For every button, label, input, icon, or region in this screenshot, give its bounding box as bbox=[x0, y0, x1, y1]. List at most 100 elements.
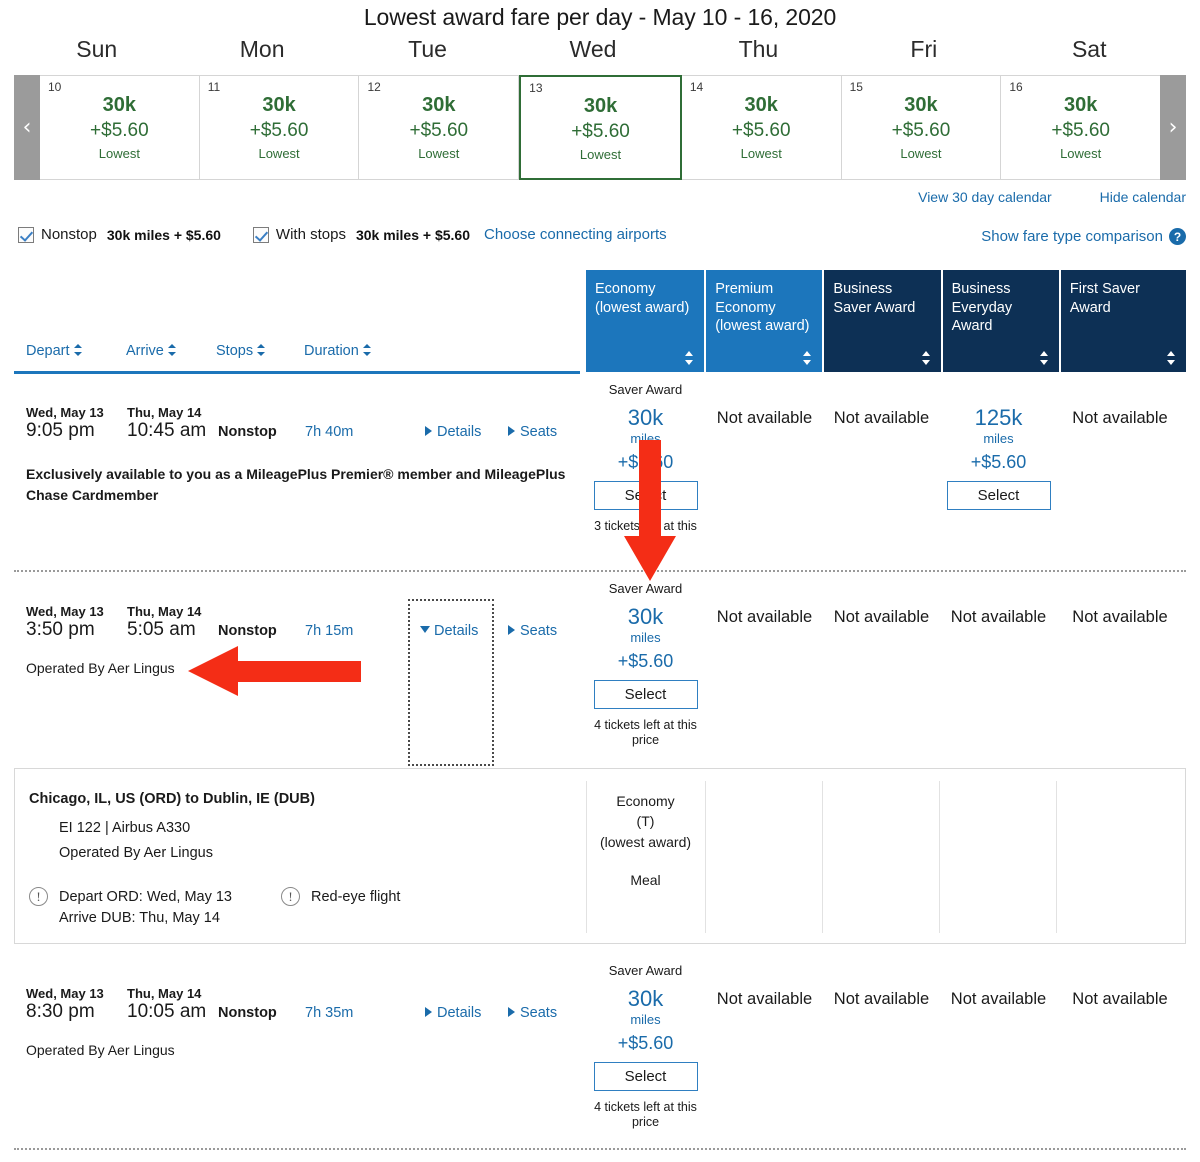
calendar-day-12[interactable]: 12 30k +$5.60 Lowest bbox=[359, 76, 520, 179]
detail-route: Chicago, IL, US (ORD) to Dublin, IE (DUB… bbox=[29, 791, 315, 807]
calendar-next-icon[interactable]: › bbox=[1160, 75, 1186, 180]
help-icon[interactable]: ? bbox=[1169, 228, 1186, 245]
calendar-day-fee: +$5.60 bbox=[409, 120, 469, 141]
fare-header-label: Business Everyday Award bbox=[951, 281, 1013, 335]
sort-arrows-icon[interactable] bbox=[803, 351, 812, 365]
duration: 7h 15m bbox=[305, 623, 354, 639]
calendar-day-16[interactable]: 16 30k +$5.60 Lowest bbox=[1001, 76, 1161, 179]
calendar-day-fee: +$5.60 bbox=[90, 120, 149, 141]
triangle-down-icon bbox=[420, 626, 430, 633]
sort-depart[interactable]: Depart bbox=[26, 343, 82, 359]
fare-cell-first-saver: Not available bbox=[1072, 409, 1168, 427]
details-link[interactable]: Details bbox=[425, 424, 481, 440]
calendar-strip: ‹ 10 30k +$5.60 Lowest 11 30k +$5.60 Low… bbox=[14, 75, 1186, 180]
tickets-left: 4 tickets left at this price bbox=[594, 717, 697, 748]
details-link-expanded[interactable]: Details bbox=[420, 623, 478, 639]
seats-link[interactable]: Seats bbox=[508, 623, 557, 639]
fare-header-economy[interactable]: Economy (lowest award) bbox=[586, 270, 705, 372]
sort-duration[interactable]: Duration bbox=[304, 343, 371, 359]
annotation-down-arrow bbox=[620, 440, 680, 582]
sort-arrows-icon bbox=[257, 344, 266, 356]
calendar-day-tag: Lowest bbox=[579, 146, 622, 162]
sort-arrows-icon[interactable] bbox=[685, 351, 694, 365]
sort-arrows-icon bbox=[167, 344, 176, 356]
triangle-right-icon bbox=[425, 426, 432, 436]
fare-miles-unit: miles bbox=[983, 430, 1014, 446]
calendar-day-tag: Lowest bbox=[418, 145, 460, 161]
detail-redeye-note: Red-eye flight bbox=[311, 889, 401, 905]
depart-date: Wed, May 13 bbox=[26, 986, 104, 1001]
calendar-day-15[interactable]: 15 30k +$5.60 Lowest bbox=[841, 76, 1002, 179]
calendar-day-tag: Lowest bbox=[900, 145, 942, 161]
fare-cell-first-saver: Not available bbox=[1072, 990, 1168, 1008]
stops: Nonstop bbox=[218, 1005, 277, 1021]
select-button[interactable]: Select bbox=[593, 679, 698, 709]
calendar-links: View 30 day calendar Hide calendar bbox=[874, 189, 1186, 205]
fare-header-first-saver[interactable]: First Saver Award bbox=[1060, 270, 1186, 372]
sort-arrive[interactable]: Arrive bbox=[126, 343, 176, 359]
triangle-right-icon bbox=[508, 625, 515, 635]
sort-header-row: Depart Arrive Stops Duration bbox=[14, 343, 580, 366]
view-30-day-calendar-link[interactable]: View 30 day calendar bbox=[918, 189, 1052, 205]
fare-header-label: First Saver Award bbox=[1069, 281, 1140, 316]
calendar-day-tag: Lowest bbox=[258, 145, 300, 161]
detail-column-divider bbox=[1056, 781, 1057, 933]
fare-cell-first-saver: Not available bbox=[1072, 608, 1168, 626]
fare-miles-unit: miles bbox=[630, 629, 661, 645]
with-stops-label: With stops bbox=[275, 226, 346, 243]
fare-cell-premium-economy: Not available bbox=[716, 608, 813, 626]
seats-link[interactable]: Seats bbox=[508, 1005, 557, 1021]
seats-link[interactable]: Seats bbox=[508, 424, 557, 440]
fare-header-business-everyday[interactable]: Business Everyday Award bbox=[942, 270, 1059, 372]
calendar-days: 10 30k +$5.60 Lowest 11 30k +$5.60 Lowes… bbox=[40, 75, 1161, 180]
detail-fare-class: (T) bbox=[636, 813, 655, 830]
fare-header-label: Business Saver Award bbox=[833, 281, 916, 316]
fare-fee: +$5.60 bbox=[617, 650, 674, 671]
calendar-day-13-selected[interactable]: 13 30k +$5.60 Lowest bbox=[519, 75, 682, 180]
dow-fri: Fri bbox=[910, 36, 938, 62]
fare-header-premium-economy[interactable]: Premium Economy (lowest award) bbox=[706, 270, 823, 372]
choose-connecting-airports-link[interactable]: Choose connecting airports bbox=[484, 226, 667, 243]
dow-sat: Sat bbox=[1071, 36, 1107, 62]
calendar-day-14[interactable]: 14 30k +$5.60 Lowest bbox=[681, 76, 842, 179]
hide-calendar-link[interactable]: Hide calendar bbox=[1100, 189, 1186, 205]
fare-miles: 30k bbox=[627, 986, 664, 1011]
calendar-day-fee: +$5.60 bbox=[731, 120, 791, 141]
fare-miles-unit: miles bbox=[630, 1011, 661, 1027]
show-fare-type-comparison-link[interactable]: Show fare type comparison bbox=[981, 228, 1163, 245]
fare-miles: 125k bbox=[974, 405, 1023, 430]
down-arrow-icon bbox=[624, 440, 676, 581]
sort-arrows-icon[interactable] bbox=[1167, 351, 1176, 365]
row-separator bbox=[14, 1148, 1186, 1150]
detail-column-divider bbox=[822, 781, 823, 933]
arrive-date: Thu, May 14 bbox=[127, 986, 202, 1001]
fare-header-business-saver[interactable]: Business Saver Award bbox=[824, 270, 941, 372]
with-stops-price: 30k miles + $5.60 bbox=[355, 226, 470, 243]
warning-icon: ! bbox=[29, 887, 48, 906]
fare-cell-premium-economy: Not available bbox=[716, 990, 813, 1008]
depart-date: Wed, May 13 bbox=[26, 604, 104, 619]
with-stops-checkbox[interactable] bbox=[252, 226, 269, 243]
fare-header-label: Premium Economy (lowest award) bbox=[715, 281, 810, 335]
sort-arrows-icon[interactable] bbox=[1039, 351, 1049, 365]
calendar-day-11[interactable]: 11 30k +$5.60 Lowest bbox=[199, 76, 360, 179]
calendar-prev-icon[interactable]: ‹ bbox=[14, 75, 40, 180]
calendar-day-miles: 30k bbox=[744, 94, 778, 116]
sort-arrows-icon[interactable] bbox=[921, 351, 931, 365]
calendar-day-10[interactable]: 10 30k +$5.60 Lowest bbox=[40, 76, 200, 179]
arrive-time: 10:45 am bbox=[127, 420, 207, 441]
fare-miles: 30k bbox=[627, 405, 664, 430]
fare-cell-business-saver: Not available bbox=[833, 990, 930, 1008]
details-link[interactable]: Details bbox=[425, 1005, 481, 1021]
day-of-week-row: Sun Mon Tue Wed Thu Fri Sat bbox=[14, 36, 1172, 63]
nonstop-checkbox[interactable] bbox=[18, 226, 34, 243]
depart-time: 8:30 pm bbox=[26, 1001, 95, 1022]
fare-cell-business-saver: Not available bbox=[833, 409, 930, 427]
detail-operated-by: Operated By Aer Lingus bbox=[59, 845, 213, 861]
select-button[interactable]: Select bbox=[593, 1061, 698, 1091]
select-button[interactable]: Select bbox=[946, 480, 1051, 510]
flight-note: Operated By Aer Lingus bbox=[26, 660, 175, 676]
flight-note: Operated By Aer Lingus bbox=[26, 1042, 175, 1058]
warning-icon: ! bbox=[281, 887, 300, 906]
sort-stops[interactable]: Stops bbox=[216, 343, 266, 359]
